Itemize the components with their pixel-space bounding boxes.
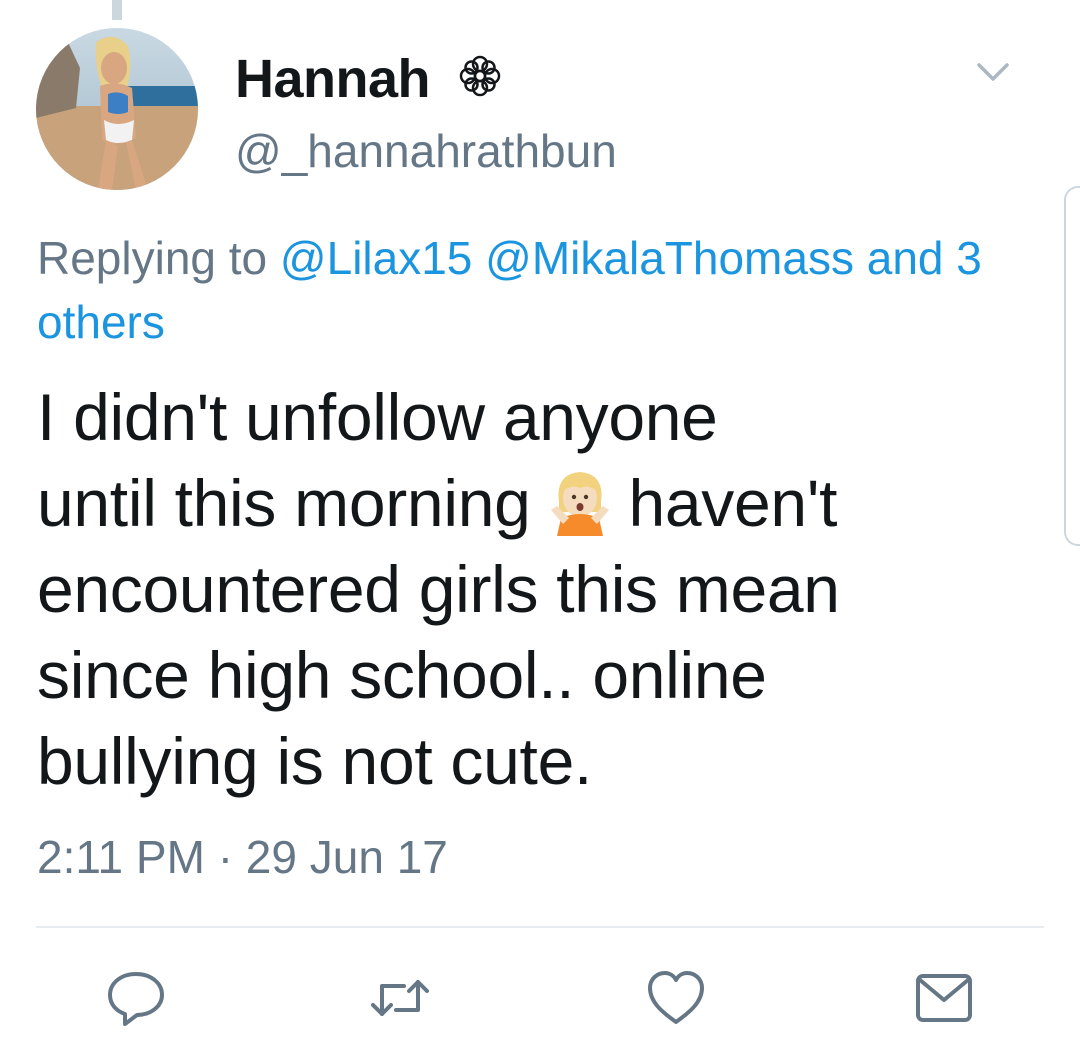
tweet-line: I didn't unfollow anyone [37,380,718,454]
user-handle[interactable]: @_hannahrathbun [235,124,617,178]
tweet-line: encountered girls this mean [37,552,840,626]
display-name[interactable]: Hannah [235,48,431,110]
mention-conjunction[interactable]: and [867,232,944,284]
share-button[interactable] [912,966,976,1030]
share-icon [916,974,972,1022]
tweet-line: bullying is not cute. [37,724,593,798]
tweet-line-part: until this morning [37,466,531,540]
tweet-text: I didn't unfollow anyone until this morn… [37,374,1017,804]
like-icon [648,971,704,1024]
reply-button[interactable] [104,966,168,1030]
avatar-image [36,28,198,190]
person-gesturing-no-emoji [550,472,609,536]
tweet-line: until this morning haven't [37,460,1017,546]
chevron-down-icon[interactable] [975,58,1011,86]
like-button[interactable] [644,966,708,1030]
avatar[interactable] [36,28,198,190]
thread-connector-line [112,0,122,20]
tweet-line-part: haven't [628,466,838,540]
mention-link[interactable]: @MikalaThomass [485,232,854,284]
retweet-button[interactable] [368,966,432,1030]
tweet-time: 2:11 PM [37,831,205,883]
mention-link[interactable]: @Lilax15 [280,232,472,284]
meta-separator: · [217,831,234,883]
tweet-timestamp[interactable]: 2:11 PM · 29 Jun 17 [37,830,448,884]
reply-icon [108,972,164,1026]
divider [36,926,1044,928]
retweet-icon [371,980,429,1016]
tweet-date: 29 Jun 17 [245,831,448,883]
reply-context: Replying to @Lilax15 @MikalaThomass and … [37,226,1027,354]
tweet-line: since high school.. online [37,638,767,712]
scroll-edge-indicator [1064,186,1080,546]
reply-prefix: Replying to [37,232,268,284]
flower-icon [459,55,501,97]
